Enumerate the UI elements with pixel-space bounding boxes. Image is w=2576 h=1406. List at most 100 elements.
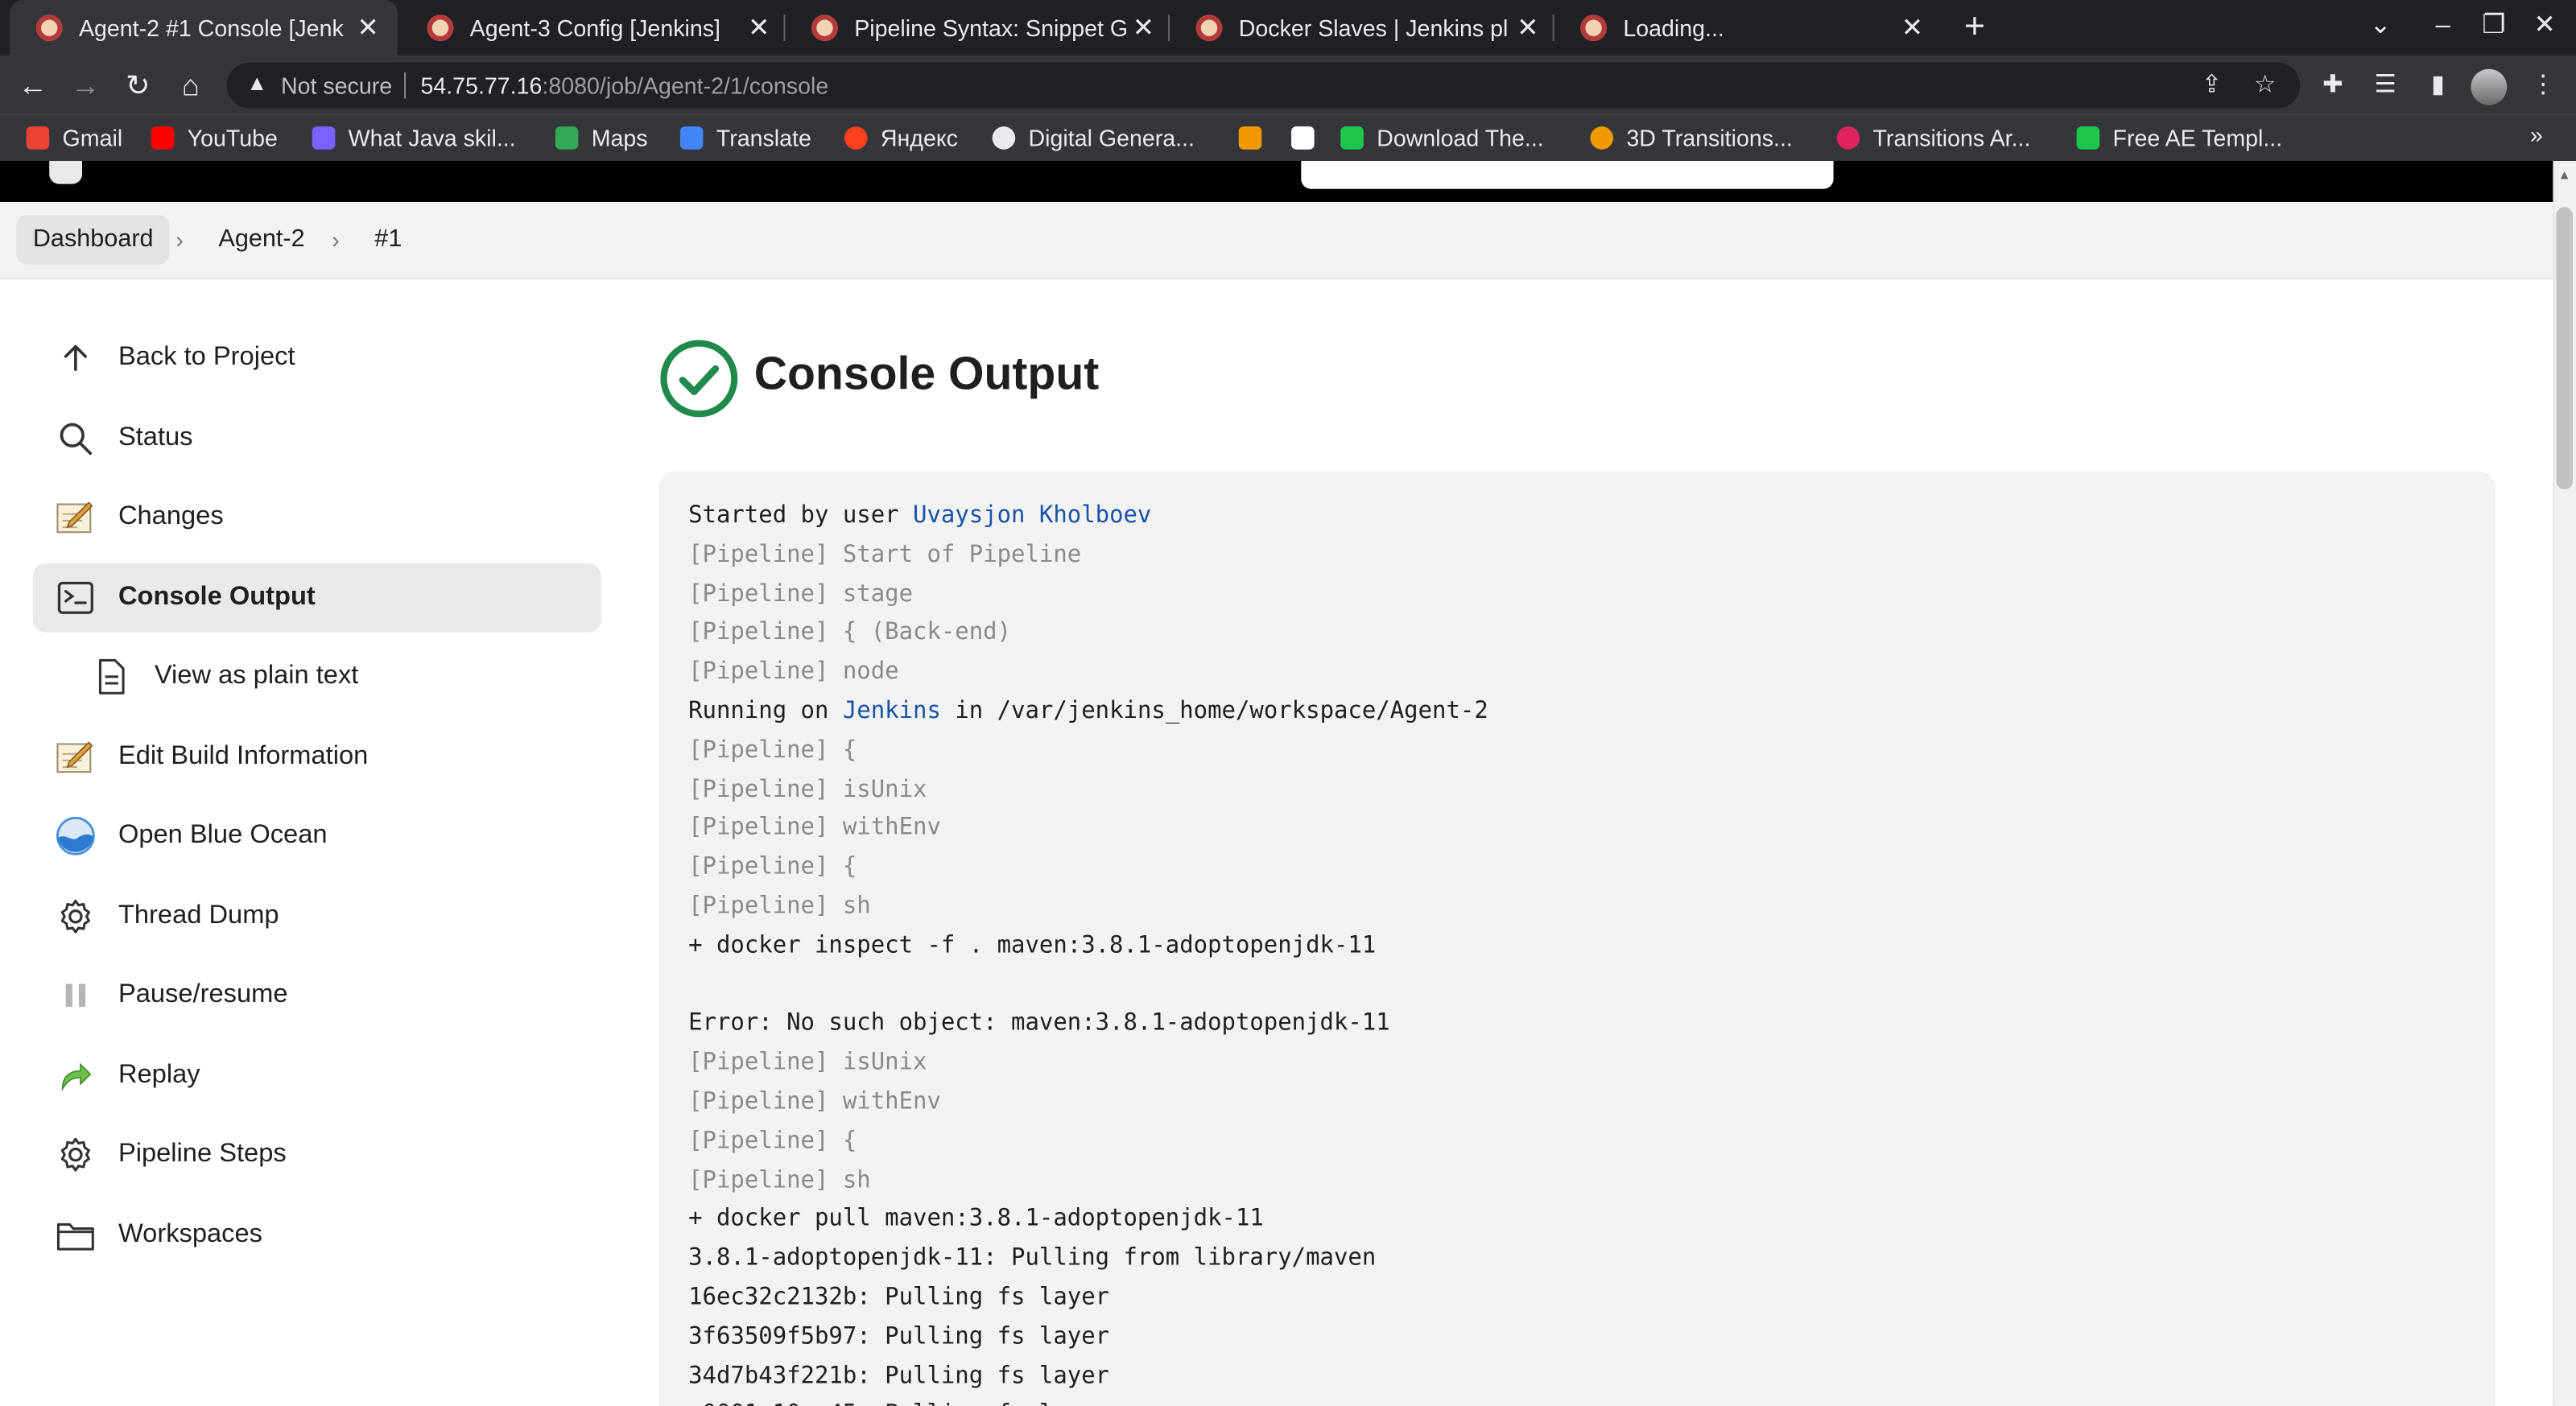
bookmark-digital-general[interactable]: Digital Genera... (992, 122, 1195, 155)
scroll-up-arrow-icon[interactable]: ▲ (2558, 167, 2571, 182)
sidebar-item-open-blue-ocean[interactable]: Open Blue Ocean (33, 802, 601, 871)
home-icon[interactable]: ⌂ (171, 66, 210, 105)
sidebar-item-replay[interactable]: Replay (33, 1041, 601, 1111)
console-text: in /var/jenkins_home/workspace/Agent-2 (940, 698, 1488, 724)
bookmark-yandex[interactable]: Яндекс (844, 122, 958, 155)
console-line: [Pipeline] withEnv (688, 1088, 941, 1115)
bookmark-translate[interactable]: Translate (679, 122, 811, 155)
restore-icon[interactable]: ❐ (2469, 6, 2518, 46)
share-icon[interactable]: ⇪ (2202, 69, 2223, 99)
browser-tab[interactable]: Pipeline Syntax: Snippet G ✕ (786, 0, 1174, 56)
console-line: [Pipeline] node (688, 658, 899, 686)
back-arrow-icon[interactable]: ← (13, 66, 52, 105)
sidebar-item-thread-dump[interactable]: Thread Dump (33, 882, 601, 951)
browser-tab[interactable]: Agent-3 Config [Jenkins] ✕ (401, 0, 789, 56)
bookmark-xampp[interactable] (1238, 122, 1275, 155)
bookmark-site-icon (312, 126, 336, 150)
minimize-icon[interactable]: – (2418, 6, 2467, 46)
url-host: 54.75.77.16 (420, 72, 543, 99)
search-input[interactable] (1301, 161, 1834, 189)
bookmark-label: Translate (716, 125, 811, 151)
blank-page-icon (1291, 126, 1315, 150)
globe-icon (992, 126, 1016, 150)
bookmark-3d-transitions[interactable]: 3D Transitions... (1590, 122, 1793, 155)
bookmark-gmail[interactable]: Gmail (26, 122, 122, 155)
bookmark-label: Maps (591, 125, 648, 151)
sidebar-item-pipeline-steps[interactable]: Pipeline Steps (33, 1120, 601, 1190)
breadcrumb-build[interactable]: #1 (358, 215, 419, 264)
reload-icon[interactable]: ↻ (118, 66, 158, 105)
bookmark-blank[interactable] (1291, 122, 1327, 155)
node-link[interactable]: Jenkins (843, 698, 941, 724)
jenkins-logo[interactable] (49, 161, 83, 184)
scrollbar-thumb[interactable] (2556, 207, 2573, 490)
bookmark-maps[interactable]: Maps (555, 122, 648, 155)
pause-icon (56, 975, 95, 1015)
bookmark-free-ae[interactable]: Free AE Templ... (2076, 122, 2282, 155)
close-tab-icon[interactable]: ✕ (355, 11, 382, 44)
extensions-icon[interactable]: ✚ (2313, 66, 2352, 105)
side-panel-icon[interactable]: ▮ (2418, 66, 2458, 105)
bookmark-site-icon (1836, 126, 1860, 150)
user-link[interactable]: Uvaysjon Kholboev (913, 502, 1151, 529)
breadcrumb-dashboard[interactable]: Dashboard (16, 215, 171, 265)
close-tab-icon[interactable]: ✕ (746, 11, 773, 44)
bookmark-transitions-ar[interactable]: Transitions Ar... (1836, 122, 2031, 155)
sidebar-item-label: Pause/resume (118, 980, 288, 1009)
browser-tab[interactable]: Docker Slaves | Jenkins pl ✕ (1170, 0, 1558, 56)
more-bookmarks-icon[interactable]: » (2530, 122, 2543, 148)
bookmarks-bar: Gmail YouTube What Java skil... Maps Tra… (0, 114, 2576, 162)
close-tab-icon[interactable]: ✕ (1899, 11, 1926, 44)
close-tab-icon[interactable]: ✕ (1515, 11, 1542, 44)
console-line: [Pipeline] sh (688, 893, 871, 920)
sidebar-item-back-to-project[interactable]: Back to Project (33, 324, 601, 393)
console-line: [Pipeline] isUnix (688, 776, 927, 803)
sidebar-item-status[interactable]: Status (33, 404, 601, 473)
bookmark-label: Яндекс (880, 125, 958, 151)
console-line: [Pipeline] { (Back-end) (688, 620, 1012, 646)
profile-avatar[interactable] (2471, 68, 2508, 105)
new-tab-icon[interactable]: + (1955, 6, 1995, 46)
jenkins-favicon-icon (35, 14, 63, 42)
sidebar-item-view-plain-text[interactable]: View as plain text (33, 642, 601, 711)
console-line: [Pipeline] { (688, 736, 857, 764)
tab-search-icon[interactable]: ⌄ (2356, 6, 2405, 46)
sidebar-item-label: Pipeline Steps (118, 1140, 287, 1169)
url-text[interactable]: 54.75.77.16:8080/job/Agent-2/1/console (420, 72, 828, 99)
bookmark-label: Transitions Ar... (1872, 125, 2031, 151)
gear-icon (56, 1135, 95, 1174)
console-line: [Pipeline] sh (688, 1167, 871, 1194)
menu-icon[interactable]: ⋮ (2524, 66, 2563, 105)
bookmark-download[interactable]: Download The... (1340, 122, 1544, 155)
console-line: [Pipeline] { (688, 1128, 857, 1155)
breadcrumb-job[interactable]: Agent-2 (202, 215, 321, 264)
address-bar[interactable]: ▲ Not secure 54.75.77.16:8080/job/Agent-… (226, 62, 2301, 109)
close-window-icon[interactable]: ✕ (2520, 6, 2570, 46)
console-line: 3f63509f5b97: Pulling fs layer (688, 1323, 1110, 1350)
jenkins-favicon-icon (427, 14, 454, 42)
jenkins-header (0, 161, 2553, 203)
sidebar-item-pause-resume[interactable]: Pause/resume (33, 961, 601, 1030)
notepad-icon (56, 737, 95, 777)
sidebar-item-console-output[interactable]: Console Output (32, 563, 601, 633)
sidebar-item-edit-build-information[interactable]: Edit Build Information (33, 723, 601, 792)
jenkins-favicon-icon (1580, 14, 1607, 42)
address-divider (404, 72, 407, 99)
sidebar-item-workspaces[interactable]: Workspaces (33, 1201, 601, 1270)
bookmark-java-skills[interactable]: What Java skil... (312, 122, 516, 155)
sidebar-item-label: Edit Build Information (118, 742, 369, 771)
reading-list-icon[interactable]: ☰ (2366, 66, 2405, 105)
document-icon (92, 657, 131, 696)
console-line: Running on Jenkins in /var/jenkins_home/… (688, 693, 1488, 732)
browser-tab[interactable]: Agent-2 #1 Console [Jenk ✕ (10, 0, 398, 56)
browser-tab[interactable]: Loading... ✕ (1554, 0, 1942, 56)
bookmark-youtube[interactable]: YouTube (151, 122, 278, 155)
bookmark-site-icon (1238, 126, 1262, 150)
close-tab-icon[interactable]: ✕ (1130, 11, 1157, 44)
console-line: + docker inspect -f . maven:3.8.1-adopto… (688, 932, 1377, 959)
forward-arrow-icon[interactable]: → (66, 66, 105, 105)
sidebar-item-changes[interactable]: Changes (33, 483, 601, 552)
bookmark-label: YouTube (187, 125, 278, 151)
bookmark-star-icon[interactable]: ☆ (2254, 69, 2276, 99)
sidebar-item-label: View as plain text (154, 662, 359, 691)
